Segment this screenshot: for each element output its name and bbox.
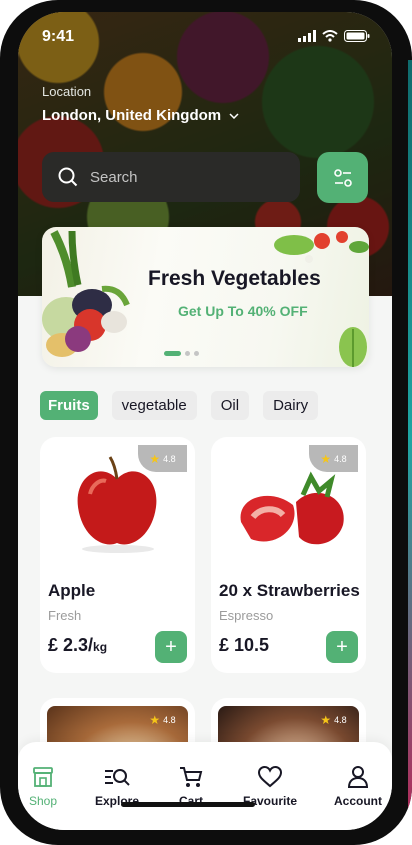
rating-value: 4.8 xyxy=(334,453,347,464)
nav-label: Shop xyxy=(28,794,58,808)
rating-badge: ★ 4.8 xyxy=(309,445,358,472)
product-price: £ 10.5 xyxy=(219,635,269,656)
location-selector[interactable]: London, United Kingdom xyxy=(42,107,239,124)
lettuce-image xyxy=(339,327,367,367)
plus-icon: + xyxy=(336,636,348,658)
rating-value: 4.8 xyxy=(163,453,176,464)
pagination-dot[interactable] xyxy=(185,351,190,356)
product-card[interactable]: ★ 4.8 20 x Strawberries Espresso £ 10.5 … xyxy=(211,437,366,673)
nav-account[interactable]: Account xyxy=(323,766,392,808)
rating-badge: ★ 4.8 xyxy=(138,445,187,472)
account-icon xyxy=(348,766,368,788)
nav-label: Account xyxy=(334,794,382,808)
star-icon: ★ xyxy=(320,451,332,466)
pagination-dot[interactable] xyxy=(194,351,199,356)
product-name: 20 x Strawberries xyxy=(219,581,360,600)
category-chip-oil[interactable]: Oil xyxy=(210,391,250,420)
product-subtitle: Fresh xyxy=(48,608,82,623)
cart-icon xyxy=(180,767,203,787)
home-indicator[interactable] xyxy=(121,802,255,807)
product-name: Apple xyxy=(48,581,96,600)
salad-image xyxy=(274,231,369,263)
nav-shop[interactable]: Shop xyxy=(18,766,78,808)
store-icon xyxy=(33,767,53,787)
search-bar[interactable] xyxy=(42,152,300,202)
category-tabs: Fruits vegetable Oil Dairy xyxy=(40,391,319,420)
star-icon: ★ xyxy=(149,712,161,727)
category-chip-fruits[interactable]: Fruits xyxy=(40,391,98,420)
plus-icon: + xyxy=(165,636,177,658)
add-to-cart-button[interactable]: + xyxy=(155,631,187,663)
search-input[interactable] xyxy=(88,167,282,187)
filter-icon xyxy=(333,168,352,187)
app-screen: 9:41 Location London, United Kingdom Sea… xyxy=(18,12,392,830)
category-chip-vegetable[interactable]: vegetable xyxy=(111,391,197,420)
status-time: 9:41 xyxy=(42,28,75,45)
rating-value: 4.8 xyxy=(163,714,176,725)
price-value: £ 2.3/ xyxy=(48,635,94,655)
banner-title: Fresh Vegetables xyxy=(148,267,321,290)
star-icon: ★ xyxy=(320,712,332,727)
signal-icon xyxy=(298,30,316,42)
banner-pagination xyxy=(164,351,199,356)
heart-icon xyxy=(258,766,282,788)
pagination-dot-active[interactable] xyxy=(164,351,181,356)
rating-value: 4.8 xyxy=(334,714,347,725)
strawberry-image xyxy=(240,471,344,545)
location-label: Location xyxy=(42,84,92,99)
explore-icon xyxy=(105,769,130,786)
bottom-navigation: Shop Explore Cart Favourite Account xyxy=(18,742,392,830)
promo-banner[interactable]: Fresh Vegetables Get Up To 40% OFF xyxy=(42,227,369,367)
rating-badge: ★ 4.8 xyxy=(138,706,187,733)
phone-edge xyxy=(408,60,412,820)
vegetables-image xyxy=(42,230,130,357)
price-value: £ 10.5 xyxy=(219,635,270,655)
product-subtitle: Espresso xyxy=(219,608,274,623)
category-chip-dairy[interactable]: Dairy xyxy=(263,391,319,420)
battery-icon xyxy=(344,30,370,42)
location-value: London, United Kingdom xyxy=(42,107,222,124)
search-icon xyxy=(58,167,78,187)
phone-frame: 9:41 Location London, United Kingdom Sea… xyxy=(0,0,412,845)
chevron-down-icon xyxy=(229,112,239,119)
status-icons xyxy=(298,30,370,42)
banner-subtitle: Get Up To 40% OFF xyxy=(178,303,308,319)
status-bar: 9:41 xyxy=(40,28,370,50)
product-card[interactable]: ★ 4.8 Apple Fresh £ 2.3/kg + xyxy=(40,437,195,673)
add-to-cart-button[interactable]: + xyxy=(326,631,358,663)
filter-button[interactable] xyxy=(317,152,368,203)
rating-badge: ★ 4.8 xyxy=(309,706,358,733)
star-icon: ★ xyxy=(149,451,161,466)
product-price: £ 2.3/kg xyxy=(48,635,107,656)
price-unit: kg xyxy=(93,640,108,654)
wifi-icon xyxy=(322,30,338,42)
